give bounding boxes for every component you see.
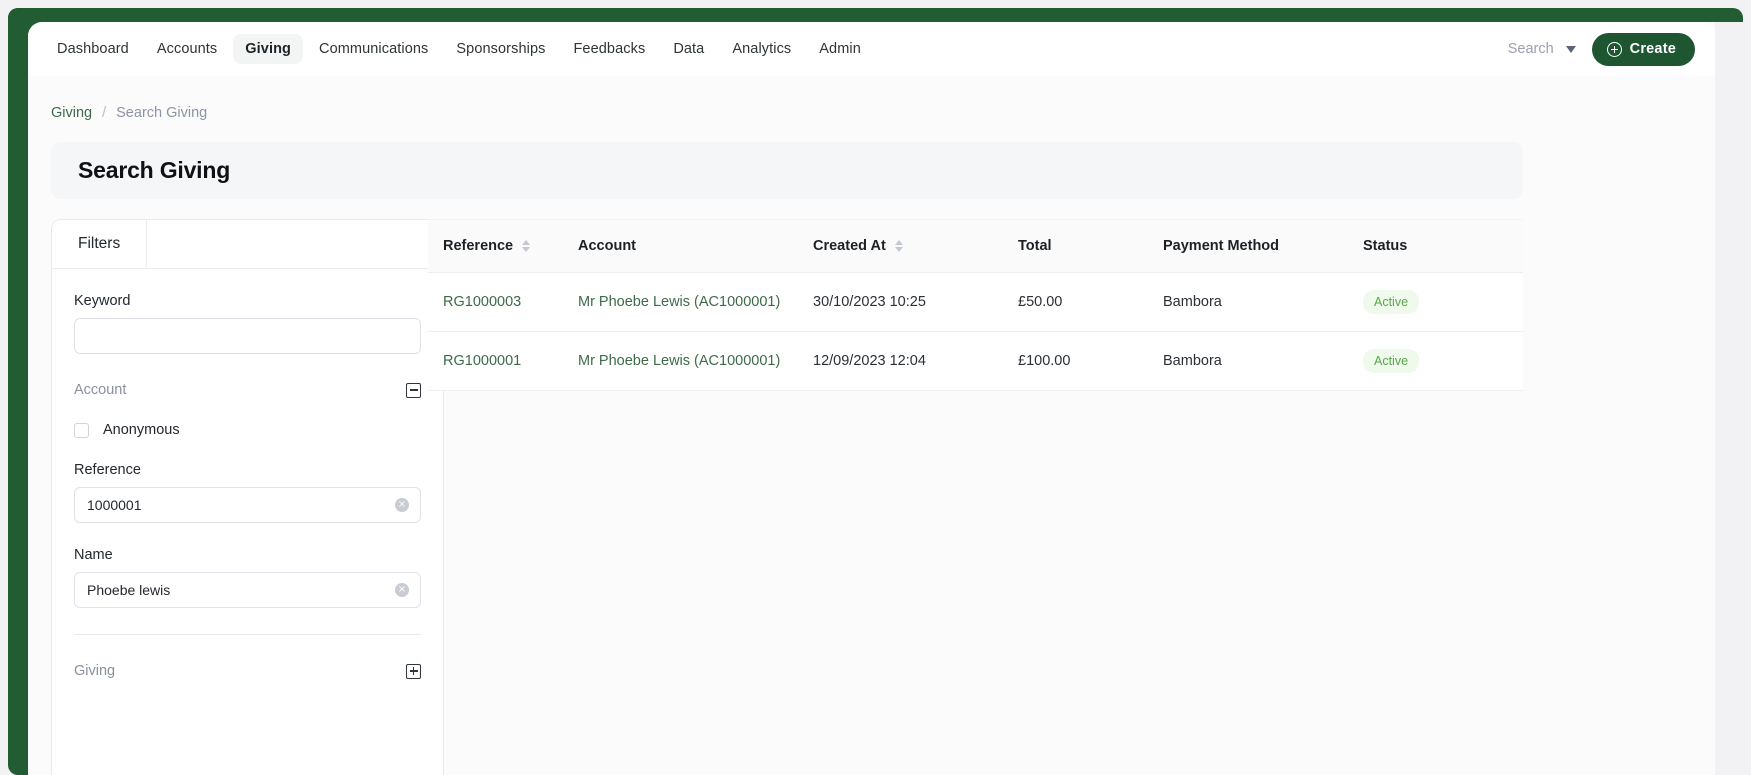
cell-account: Mr Phoebe Lewis (AC1000001) [578,331,813,391]
account-link[interactable]: Mr Phoebe Lewis (AC1000001) [578,353,780,369]
keyword-label: Keyword [74,293,131,309]
table-header-row: Reference Account Created At Total Payme… [428,219,1523,273]
sort-icon-reference[interactable] [522,240,531,252]
name-input-value: Phoebe lewis [87,582,171,598]
giving-section-header[interactable]: Giving [74,663,421,681]
filters-body: Keyword Account Anonymous Reference 1000… [52,293,443,681]
name-clear-icon[interactable]: × [395,583,409,597]
plus-square-icon[interactable] [406,663,421,679]
breadcrumb-current: Search Giving [116,105,208,121]
results-table: Reference Account Created At Total Payme… [428,219,1523,391]
sort-icon-created-at[interactable] [894,240,903,252]
status-badge: Active [1363,290,1420,314]
anonymous-checkbox-row[interactable]: Anonymous [74,422,421,438]
tab-filters[interactable]: Filters [52,220,148,267]
filters-tabstrip: Filters [52,220,443,269]
cell-reference: RG1000001 [428,331,578,391]
anonymous-label: Anonymous [103,422,180,438]
search-dropdown[interactable]: Search [1506,37,1578,61]
minus-square-icon[interactable] [406,382,421,398]
column-header-created-at-label: Created At [813,238,886,254]
column-header-account-label: Account [578,238,636,254]
cell-created-at: 12/09/2023 12:04 [813,331,1018,391]
column-header-payment-method-label: Payment Method [1163,238,1280,254]
breadcrumb-parent-link[interactable]: Giving [51,105,92,121]
cell-created-at: 30/10/2023 10:25 [813,272,1018,332]
page-title: Search Giving [78,157,231,183]
nav-item-sponsorships[interactable]: Sponsorships [444,34,557,64]
nav-item-analytics[interactable]: Analytics [720,34,803,64]
giving-section-title: Giving [74,663,116,679]
column-header-account: Account [578,219,813,273]
anonymous-checkbox[interactable] [74,422,89,438]
filters-divider [74,634,421,635]
app-root: Dashboard Accounts Giving Communications… [0,0,1751,775]
cell-status: Active [1363,272,1523,332]
nav-item-admin[interactable]: Admin [807,34,873,64]
navbar-actions: Search Create [1506,32,1695,66]
table-row[interactable]: RG1000003 Mr Phoebe Lewis (AC1000001) 30… [428,272,1523,332]
create-button[interactable]: Create [1591,32,1695,66]
nav-item-accounts[interactable]: Accounts [145,34,229,64]
primary-nav: Dashboard Accounts Giving Communications… [45,34,873,64]
nav-item-feedbacks[interactable]: Feedbacks [561,34,657,64]
reference-input[interactable]: 1000001 × [74,487,421,523]
cell-payment-method: Bambora [1163,331,1363,391]
reference-clear-icon[interactable]: × [395,498,409,512]
breadcrumb: Giving / Search Giving [51,105,207,121]
tabstrip-underline [52,268,443,269]
results-table-body: RG1000003 Mr Phoebe Lewis (AC1000001) 30… [428,272,1523,391]
column-header-status: Status [1363,219,1523,273]
results-table-container: Reference Account Created At Total Payme… [428,219,1523,391]
account-link[interactable]: Mr Phoebe Lewis (AC1000001) [578,294,780,310]
table-row[interactable]: RG1000001 Mr Phoebe Lewis (AC1000001) 12… [428,331,1523,391]
cell-reference: RG1000003 [428,272,578,332]
name-input[interactable]: Phoebe lewis × [74,572,421,608]
cell-account: Mr Phoebe Lewis (AC1000001) [578,272,813,332]
column-header-created-at[interactable]: Created At [813,219,1018,273]
reference-link[interactable]: RG1000003 [443,294,521,310]
page-title-bar: Search Giving [51,142,1523,199]
column-header-total: Total [1018,219,1163,273]
create-button-label: Create [1629,41,1676,57]
name-label: Name [74,547,113,563]
main-navbar: Dashboard Accounts Giving Communications… [28,22,1715,76]
column-header-status-label: Status [1363,238,1408,254]
reference-input-value: 1000001 [87,497,142,513]
chevron-down-icon [1565,45,1576,53]
reference-link[interactable]: RG1000001 [443,353,521,369]
account-section-header[interactable]: Account [74,382,421,400]
plus-circle-icon [1606,41,1622,57]
cell-total: £100.00 [1018,331,1163,391]
column-header-reference-label: Reference [443,238,514,254]
cell-payment-method: Bambora [1163,272,1363,332]
column-header-reference[interactable]: Reference [428,219,578,273]
breadcrumb-separator: / [102,105,107,121]
nav-item-communications[interactable]: Communications [307,34,440,64]
nav-item-dashboard[interactable]: Dashboard [45,34,141,64]
nav-item-giving[interactable]: Giving [233,34,304,64]
keyword-input[interactable] [74,318,421,354]
content-shell: Dashboard Accounts Giving Communications… [28,22,1743,775]
column-header-payment-method: Payment Method [1163,219,1363,273]
cell-total: £50.00 [1018,272,1163,332]
nav-item-data[interactable]: Data [661,34,716,64]
filters-panel: Filters Keyword Account Anonymous Refere… [51,219,444,775]
reference-label: Reference [74,462,141,478]
results-table-head: Reference Account Created At Total Payme… [428,219,1523,273]
search-dropdown-label: Search [1507,41,1554,57]
column-header-total-label: Total [1018,238,1052,254]
cell-status: Active [1363,331,1523,391]
right-gutter [1715,22,1743,775]
page-body: Giving / Search Giving Search Giving Fil… [28,76,1743,775]
status-badge: Active [1363,349,1420,373]
account-section-title: Account [74,382,127,398]
